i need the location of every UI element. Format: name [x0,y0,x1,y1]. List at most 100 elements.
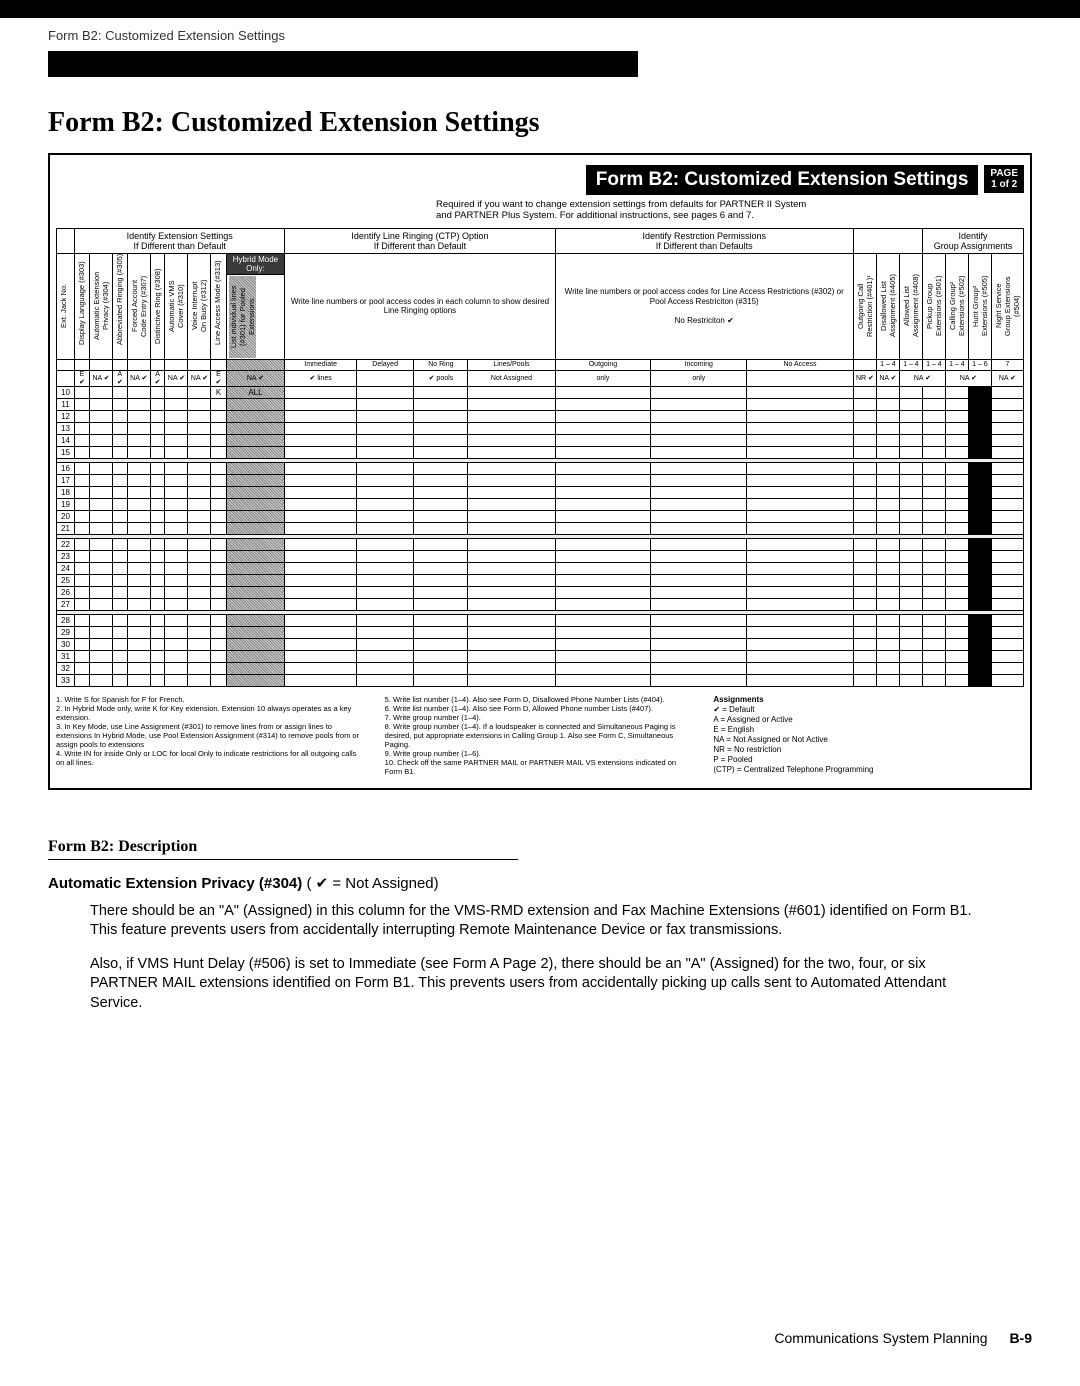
cell[interactable] [747,550,854,562]
cell[interactable] [165,434,188,446]
cell[interactable] [414,538,468,550]
cell[interactable] [945,462,968,474]
cell[interactable] [356,410,413,422]
cell[interactable] [188,474,211,486]
cell[interactable] [968,638,991,650]
cell[interactable] [968,538,991,550]
cell[interactable] [991,410,1023,422]
cell[interactable] [991,674,1023,686]
cell[interactable] [899,446,922,458]
cell[interactable] [945,598,968,610]
cell[interactable] [150,550,165,562]
cell[interactable] [356,598,413,610]
cell[interactable] [127,422,150,434]
cell[interactable] [853,446,876,458]
cell[interactable] [150,626,165,638]
cell[interactable] [90,522,113,534]
cell[interactable] [747,598,854,610]
cell[interactable] [188,562,211,574]
cell[interactable] [945,386,968,398]
cell[interactable] [899,586,922,598]
cell[interactable] [127,398,150,410]
cell[interactable] [747,522,854,534]
cell[interactable] [876,386,899,398]
cell[interactable] [555,614,651,626]
cell[interactable] [651,522,747,534]
cell[interactable] [150,538,165,550]
cell[interactable] [555,662,651,674]
cell[interactable] [968,474,991,486]
cell[interactable] [968,510,991,522]
cell[interactable] [876,538,899,550]
cell[interactable] [75,446,90,458]
cell[interactable] [356,486,413,498]
cell[interactable] [876,434,899,446]
cell[interactable] [188,650,211,662]
cell[interactable] [150,586,165,598]
cell[interactable] [468,474,555,486]
cell[interactable] [356,474,413,486]
cell[interactable] [75,410,90,422]
cell[interactable] [150,522,165,534]
cell[interactable] [922,614,945,626]
cell[interactable] [555,486,651,498]
cell[interactable] [853,398,876,410]
cell[interactable] [651,410,747,422]
cell[interactable] [991,562,1023,574]
cell[interactable] [899,574,922,586]
cell[interactable] [899,650,922,662]
cell[interactable] [899,422,922,434]
cell[interactable] [285,586,357,598]
cell[interactable] [113,510,128,522]
cell[interactable] [113,434,128,446]
cell[interactable] [75,638,90,650]
cell[interactable] [876,510,899,522]
cell[interactable] [853,574,876,586]
cell[interactable] [356,498,413,510]
cell[interactable] [113,522,128,534]
cell[interactable] [127,510,150,522]
cell[interactable] [75,662,90,674]
cell[interactable] [226,422,285,434]
cell[interactable] [188,550,211,562]
cell[interactable] [899,434,922,446]
cell[interactable] [468,638,555,650]
cell[interactable] [226,638,285,650]
cell[interactable] [945,446,968,458]
cell[interactable] [968,574,991,586]
cell[interactable] [226,462,285,474]
cell[interactable] [747,510,854,522]
cell[interactable] [356,522,413,534]
cell[interactable] [226,522,285,534]
cell[interactable] [991,638,1023,650]
cell[interactable] [468,586,555,598]
cell[interactable] [356,562,413,574]
cell[interactable] [165,674,188,686]
cell[interactable] [414,474,468,486]
cell[interactable] [211,486,226,498]
cell[interactable] [211,422,226,434]
cell[interactable] [211,538,226,550]
cell[interactable] [90,486,113,498]
cell[interactable] [876,614,899,626]
cell[interactable] [651,626,747,638]
cell[interactable] [356,662,413,674]
cell[interactable] [356,510,413,522]
cell[interactable] [555,434,651,446]
cell[interactable] [414,550,468,562]
cell[interactable] [285,498,357,510]
cell[interactable] [922,398,945,410]
cell[interactable] [876,398,899,410]
cell[interactable] [945,498,968,510]
cell[interactable] [876,574,899,586]
cell[interactable] [922,638,945,650]
cell[interactable] [75,462,90,474]
cell[interactable] [113,474,128,486]
cell[interactable] [226,574,285,586]
cell[interactable] [651,486,747,498]
cell[interactable] [113,422,128,434]
cell[interactable] [90,562,113,574]
cell[interactable] [113,674,128,686]
cell[interactable] [414,626,468,638]
cell[interactable] [853,410,876,422]
